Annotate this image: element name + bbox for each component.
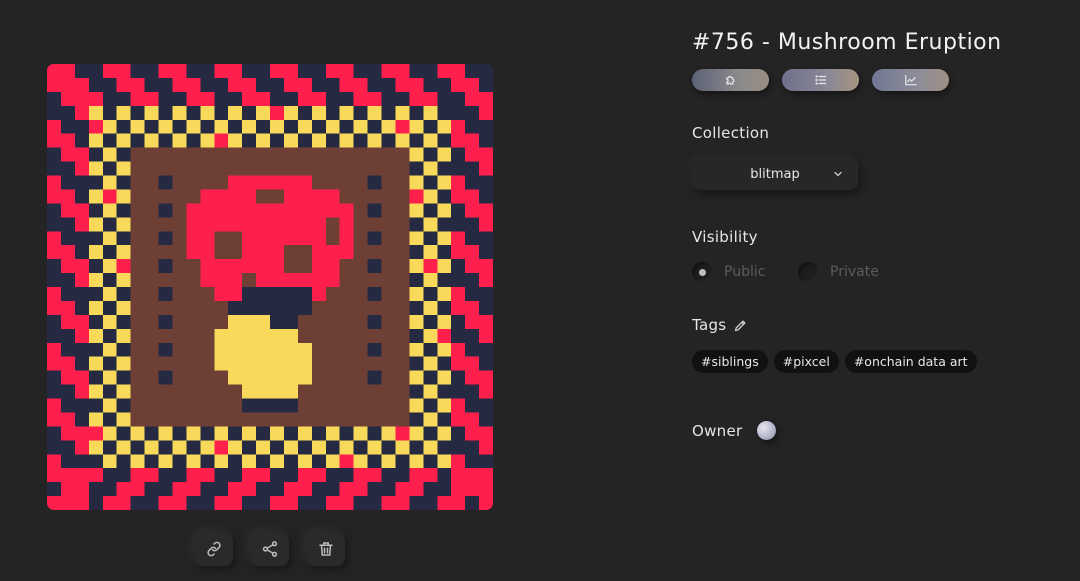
tags-label: Tags — [692, 316, 727, 334]
tags-header: Tags — [692, 316, 748, 334]
list-icon — [814, 75, 826, 85]
tag-chip[interactable]: #pixcel — [773, 350, 839, 373]
chart-icon — [904, 74, 917, 86]
visibility-options: Public Private — [692, 262, 879, 282]
pixel-art-image — [47, 64, 493, 510]
tag-list: #siblings #pixcel #onchain data art — [692, 350, 977, 373]
collection-select[interactable]: blitmap — [692, 158, 858, 190]
collection-label: Collection — [692, 124, 770, 142]
chevron-down-icon — [834, 171, 842, 177]
owner-avatar[interactable] — [757, 421, 777, 440]
puzzle-icon — [725, 75, 734, 85]
detail-tabs — [692, 69, 949, 91]
owner-label: Owner — [692, 421, 743, 440]
nft-artwork — [47, 64, 493, 510]
visibility-label: Visibility — [692, 228, 758, 246]
public-label: Public — [724, 264, 766, 280]
share-icon — [262, 541, 278, 557]
owner-row: Owner — [692, 421, 777, 440]
private-label: Private — [830, 264, 879, 280]
tab-attributes[interactable] — [692, 69, 769, 91]
delete-button[interactable] — [307, 532, 345, 566]
tag-chip[interactable]: #siblings — [692, 350, 768, 373]
pencil-icon[interactable] — [733, 318, 748, 333]
share-button[interactable] — [251, 532, 289, 566]
tag-chip[interactable]: #onchain data art — [844, 350, 977, 373]
private-radio[interactable] — [798, 262, 818, 282]
tab-activity[interactable] — [872, 69, 949, 91]
nft-title: #756 - Mushroom Eruption — [692, 30, 1002, 55]
collection-value: blitmap — [750, 166, 800, 182]
public-radio[interactable] — [692, 262, 712, 282]
copy-link-button[interactable] — [195, 532, 233, 566]
link-icon — [207, 541, 221, 557]
trash-icon — [319, 542, 333, 556]
tab-details[interactable] — [782, 69, 859, 91]
artwork-actions — [195, 532, 345, 566]
